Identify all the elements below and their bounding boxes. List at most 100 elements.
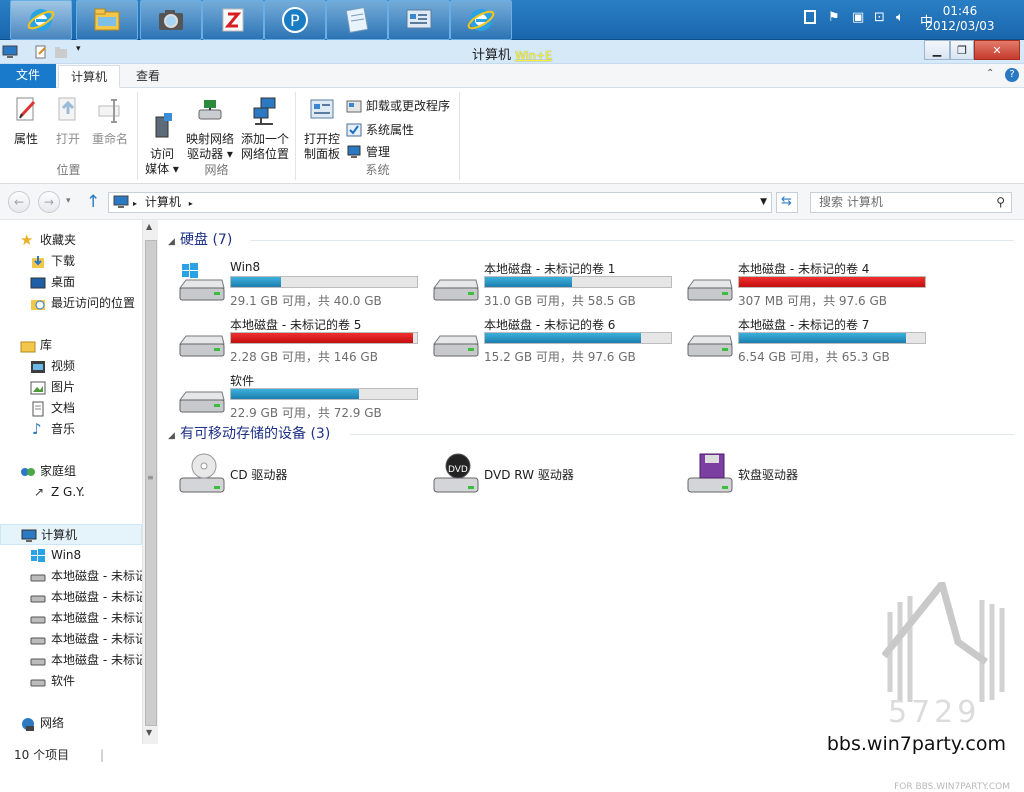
nav-videos[interactable]: 视频 <box>0 356 142 377</box>
floppy-drive[interactable]: 软盘驱动器 <box>684 450 934 500</box>
maximize-button[interactable]: ❐ <box>950 40 974 60</box>
volume-icon[interactable]: 🔈︎ <box>896 10 904 25</box>
drive-tile[interactable]: Win8 29.1 GB 可用，共 40.0 GB <box>176 258 426 310</box>
taskbar-notepad-button[interactable] <box>326 0 388 40</box>
nav-music[interactable]: ♪ 音乐 <box>0 419 142 440</box>
collapse-chevron-icon[interactable]: ◢ <box>168 426 180 446</box>
nav-computer[interactable]: 计算机 <box>0 524 142 545</box>
dvd-drive[interactable]: DVD DVD RW 驱动器 <box>430 450 680 500</box>
group-hard-drives[interactable]: ◢ 硬盘 (7) <box>168 230 232 250</box>
address-dropdown-icon[interactable]: ▼ <box>760 193 767 212</box>
nav-pictures[interactable]: 图片 <box>0 377 142 398</box>
scrollbar-thumb[interactable]: ≡ <box>145 240 157 726</box>
nav-drive-1[interactable]: 本地磁盘 - 未标记 <box>0 566 142 587</box>
nav-recent[interactable]: 最近访问的位置 <box>0 293 142 314</box>
map-drive-button[interactable]: 映射网络 驱动器 ▾ <box>184 96 236 162</box>
taskbar-ie-button[interactable] <box>10 0 72 40</box>
nav-network-label: 网络 <box>40 716 65 730</box>
taskbar-explorer-button[interactable] <box>76 0 138 40</box>
hard-drive-icon <box>30 637 46 645</box>
cd-drive[interactable]: CD 驱动器 <box>176 450 426 500</box>
nav-scrollbar[interactable]: ▲ ≡ ▼ <box>142 220 158 744</box>
open-control-panel-button[interactable]: 打开控 制面板 <box>300 96 344 162</box>
refresh-button[interactable]: ⇆ <box>776 192 798 213</box>
collapse-chevron-icon[interactable]: ◢ <box>168 232 180 252</box>
rename-icon <box>98 99 120 123</box>
breadcrumb-chevron-icon[interactable]: ▸ <box>133 199 137 208</box>
breadcrumb-chevron-icon[interactable]: ▸ <box>189 199 193 208</box>
ribbon-group-network: 访问 媒体 ▾ 映射网络 驱动器 ▾ 添加一个 网络位置 网络 <box>138 92 296 180</box>
nav-documents[interactable]: 文档 <box>0 398 142 419</box>
drive-tile[interactable]: 本地磁盘 - 未标记的卷 1 31.0 GB 可用，共 58.5 GB <box>430 258 680 310</box>
open-control-panel-label: 打开控 制面板 <box>303 132 340 161</box>
nav-drive-6[interactable]: 本地磁盘 - 未标记 <box>0 629 142 650</box>
rename-button[interactable]: 重命名 <box>88 96 132 147</box>
drive-tile[interactable]: 本地磁盘 - 未标记的卷 5 2.28 GB 可用，共 146 GB <box>176 314 426 366</box>
taskbar-controlpanel-button[interactable] <box>388 0 450 40</box>
nav-drive-software[interactable]: 软件 <box>0 671 142 692</box>
tab-view[interactable]: 查看 <box>124 65 172 88</box>
tab-file[interactable]: 文件 <box>0 64 56 88</box>
scroll-up-icon[interactable]: ▲ <box>146 222 152 231</box>
taskbar-paint-button[interactable] <box>202 0 264 40</box>
show-desktop-icon[interactable] <box>804 10 816 24</box>
control-panel-icon <box>310 99 334 119</box>
details-view-icon[interactable]: | <box>100 744 104 766</box>
help-icon[interactable]: ? <box>1005 68 1019 82</box>
nav-drive-4[interactable]: 本地磁盘 - 未标记 <box>0 587 142 608</box>
drive-usage-bar <box>230 276 418 288</box>
breadcrumb-computer[interactable]: 计算机 <box>145 195 181 209</box>
drive-tile[interactable]: 本地磁盘 - 未标记的卷 7 6.54 GB 可用，共 65.3 GB <box>684 314 934 366</box>
network-icon[interactable]: ▣ <box>852 10 864 25</box>
nav-homegroup[interactable]: 家庭组 <box>0 461 142 482</box>
properties-icon <box>16 97 36 121</box>
nav-drive-5[interactable]: 本地磁盘 - 未标记 <box>0 608 142 629</box>
add-network-location-button[interactable]: 添加一个 网络位置 <box>238 96 292 162</box>
group-removable[interactable]: ◢ 有可移动存储的设备 (3) <box>168 424 330 444</box>
nav-libraries[interactable]: 库 <box>0 335 142 356</box>
address-bar[interactable]: ▸ 计算机 ▸ ▼ <box>108 192 772 213</box>
drive-space-info: 31.0 GB 可用，共 58.5 GB <box>484 294 636 308</box>
ribbon-collapse-icon[interactable]: ⌃ <box>986 68 994 79</box>
recent-locations-icon[interactable]: ▾ <box>66 196 71 206</box>
nav-desktop[interactable]: 桌面 <box>0 272 142 293</box>
properties-button[interactable]: 属性 <box>6 96 46 147</box>
ime-extra-icon[interactable]: ⊡ <box>874 10 885 25</box>
drive-tile[interactable]: 本地磁盘 - 未标记的卷 4 307 MB 可用，共 97.6 GB <box>684 258 934 310</box>
taskbar-p-button[interactable]: P <box>264 0 326 40</box>
open-button[interactable]: 打开 <box>48 96 88 147</box>
drive-usage-fill <box>739 333 907 343</box>
flag-icon[interactable]: ⚑ <box>828 10 840 25</box>
manage-button[interactable]: 管理 <box>346 142 390 162</box>
group-label-system: 系统 <box>365 163 390 177</box>
taskbar-camera-button[interactable] <box>140 0 202 40</box>
close-button[interactable]: ✕ <box>974 40 1020 60</box>
drive-usage-bar <box>738 276 926 288</box>
hard-drive-icon <box>30 658 46 666</box>
nav-drive-win8[interactable]: Win8 <box>0 545 142 566</box>
nav-user[interactable]: ↗ Z G.Y. <box>0 482 142 503</box>
open-icon <box>58 97 76 121</box>
forward-button[interactable]: → <box>38 191 60 213</box>
drive-tile[interactable]: 软件 22.9 GB 可用，共 72.9 GB <box>176 370 426 422</box>
uninstall-button[interactable]: 卸载或更改程序 <box>346 96 450 116</box>
back-button[interactable]: ← <box>8 191 30 213</box>
drive-space-info: 2.28 GB 可用，共 146 GB <box>230 350 378 364</box>
search-icon[interactable]: ⚲ <box>996 193 1005 212</box>
nav-favorites[interactable]: ★ 收藏夹 <box>0 230 142 251</box>
minimize-button[interactable]: ▁ <box>924 40 950 60</box>
ribbon-tabs: 文件 计算机 查看 ⌃ ? <box>0 64 1024 88</box>
system-properties-button[interactable]: 系统属性 <box>346 120 414 140</box>
scroll-down-icon[interactable]: ▼ <box>146 728 152 737</box>
search-input[interactable]: 搜索 计算机 ⚲ <box>810 192 1012 213</box>
nav-drive-7[interactable]: 本地磁盘 - 未标记 <box>0 650 142 671</box>
tab-computer[interactable]: 计算机 <box>58 65 121 88</box>
up-arrow-icon[interactable]: ↑ <box>86 192 100 212</box>
taskbar-ie2-button[interactable] <box>450 0 512 40</box>
nav-network[interactable]: 网络 <box>0 713 142 734</box>
nav-downloads[interactable]: 下载 <box>0 251 142 272</box>
camera-icon <box>159 10 183 30</box>
drive-tile[interactable]: 本地磁盘 - 未标记的卷 6 15.2 GB 可用，共 97.6 GB <box>430 314 680 366</box>
title-bar[interactable]: ▾ 计算机 Win+E ▁ ❐ ✕ <box>0 40 1024 64</box>
clock[interactable]: 01:46 2012/03/03 <box>920 4 1000 34</box>
